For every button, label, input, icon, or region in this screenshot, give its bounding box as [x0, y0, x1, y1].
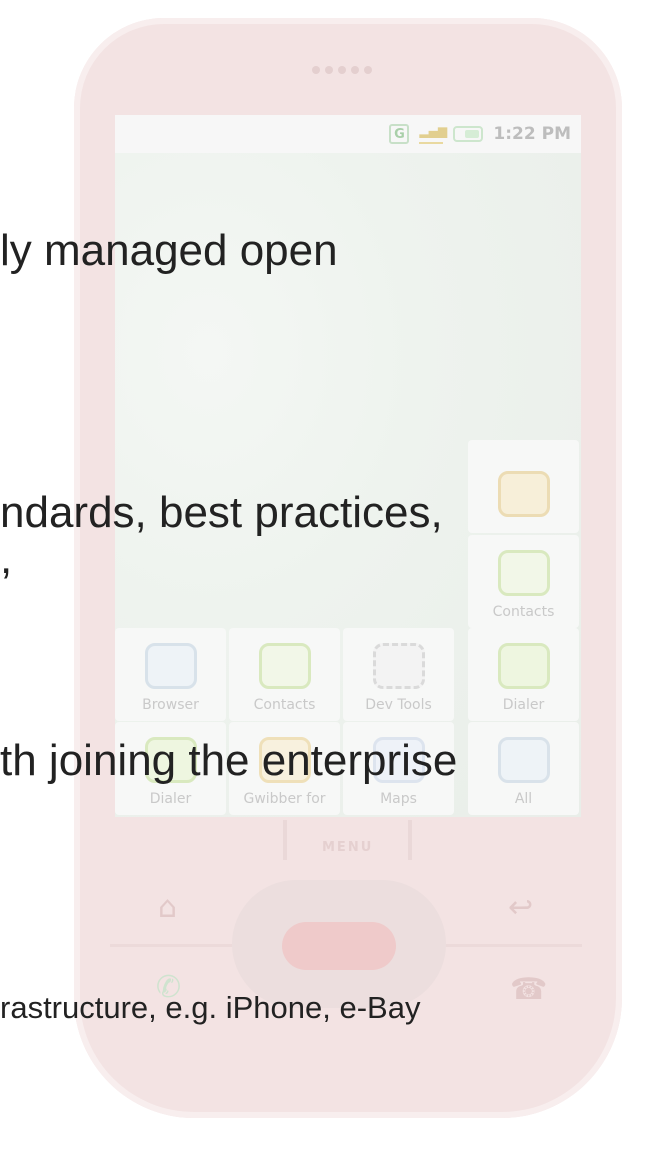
app-label: Contacts: [492, 604, 555, 620]
app-cell-contacts-right[interactable]: Contacts: [468, 535, 579, 628]
app-label: Dialer: [502, 697, 545, 713]
app-cell-contacts[interactable]: Contacts: [229, 628, 340, 721]
app-label: Browser: [142, 697, 199, 713]
status-time: 1:22 PM: [493, 124, 571, 144]
slide-text-line-2: ndards, best practices,: [0, 488, 443, 537]
home-icon[interactable]: ⌂: [158, 890, 177, 925]
menu-divider-left: [283, 820, 287, 860]
trackball[interactable]: [282, 922, 396, 970]
app-label: Maps: [380, 791, 417, 807]
slide-text-line-2b: ,: [0, 534, 13, 583]
slide-stage: G ▂▄▆ 1:22 PM Contacts Dialer All Browse…: [0, 0, 662, 1156]
back-icon[interactable]: ↩: [508, 890, 533, 925]
battery-icon: [453, 126, 484, 142]
phone-screen: G ▂▄▆ 1:22 PM Contacts Dialer All Browse…: [115, 115, 581, 817]
app-label: Gwibber for: [243, 791, 326, 807]
slide-text-line-3: th joining the enterprise: [0, 736, 458, 785]
signal-icon: ▂▄▆: [419, 124, 447, 144]
menu-button[interactable]: MENU: [322, 840, 373, 855]
app-cell-dev-tools[interactable]: Dev Tools: [343, 628, 454, 721]
app-cell-certificate[interactable]: [468, 440, 579, 533]
app-label: Contacts: [253, 697, 316, 713]
slide-text-line-1: ly managed open: [0, 226, 338, 275]
speaker-grille: [312, 66, 372, 74]
certificate-icon: [497, 471, 550, 517]
end-call-icon[interactable]: ☎: [510, 972, 547, 1007]
g-network-icon: G: [389, 124, 410, 144]
app-label: Dialer: [149, 791, 192, 807]
app-cell-browser[interactable]: Browser: [115, 628, 226, 721]
slide-text-line-4: rastructure, e.g. iPhone, e-Bay: [0, 990, 421, 1025]
all-apps-icon: [497, 737, 550, 783]
app-label: All: [514, 791, 533, 807]
app-cell-dialer-right[interactable]: Dialer: [468, 628, 579, 721]
browser-icon: [144, 643, 197, 689]
gear-icon: [372, 643, 425, 689]
menu-divider-right: [408, 820, 412, 860]
contacts-icon: [497, 550, 550, 596]
app-cell-all[interactable]: All: [468, 722, 579, 815]
app-label: Dev Tools: [365, 697, 432, 713]
contacts-icon: [258, 643, 311, 689]
status-bar: G ▂▄▆ 1:22 PM: [115, 115, 581, 153]
dialer-icon: [497, 643, 550, 689]
